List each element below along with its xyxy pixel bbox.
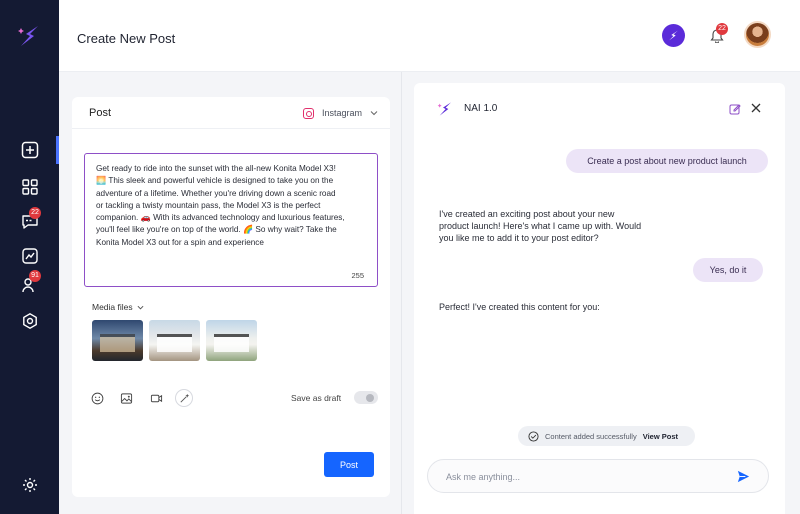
post-content-editor[interactable]: Get ready to ride into the sunset with t… [84, 153, 378, 287]
gear-icon [22, 478, 37, 492]
smile-icon [91, 392, 103, 404]
assistant-message: I've created an exciting post about your… [439, 209, 642, 243]
add-image-button[interactable] [117, 389, 135, 407]
notification-badge: 22 [716, 23, 728, 35]
panel-divider [401, 72, 402, 514]
messages-badge: 22 [29, 207, 41, 219]
post-button[interactable]: Post [324, 452, 374, 477]
grid-icon [21, 179, 38, 195]
assistant-panel: NAI 1.0 Create a post about new product … [414, 83, 785, 514]
assistant-message: Perfect! I've created this content for y… [439, 302, 600, 312]
house-image [214, 334, 249, 352]
app-logo-icon[interactable] [17, 24, 41, 48]
media-thumbnail[interactable] [149, 320, 200, 361]
house-image [157, 334, 192, 352]
post-panel-header: Post Instagram [72, 97, 390, 129]
add-video-button[interactable] [147, 389, 165, 407]
edit-icon[interactable] [729, 103, 741, 115]
ai-generate-button[interactable] [175, 389, 193, 407]
sidebar-item-create[interactable] [0, 136, 59, 164]
user-message: Create a post about new product launch [566, 149, 768, 173]
assistant-launch-button[interactable] [662, 24, 685, 47]
assistant-logo-icon [437, 102, 451, 116]
page-title: Create New Post [77, 31, 176, 46]
platform-name: Instagram [322, 108, 363, 118]
check-circle-icon [528, 430, 539, 442]
view-post-link[interactable]: View Post [643, 432, 678, 441]
save-draft-label: Save as draft [291, 393, 342, 403]
save-draft-toggle[interactable] [354, 391, 378, 404]
magic-wand-icon [179, 393, 189, 403]
chat-input-box [427, 459, 769, 493]
image-icon [120, 392, 132, 404]
media-thumbnail[interactable] [92, 320, 143, 361]
top-header: Create New Post 22 [59, 0, 800, 72]
character-count: 255 [351, 271, 364, 280]
success-toast: Content added successfully View Post [518, 426, 695, 446]
sidebar-item-messages[interactable]: 22 [0, 207, 59, 236]
sidebar-item-analytics[interactable] [0, 242, 59, 270]
media-files-toggle[interactable]: Media files [92, 302, 144, 312]
post-label: Post [89, 107, 112, 119]
hexagon-settings-icon [22, 312, 37, 330]
media-thumbnail[interactable] [206, 320, 257, 361]
chart-icon [21, 248, 38, 264]
users-badge: 91 [29, 270, 41, 282]
media-files-label: Media files [92, 302, 133, 312]
chat-input[interactable] [446, 469, 726, 485]
instagram-icon [303, 107, 314, 119]
sidebar: 22 91 [0, 0, 59, 514]
post-content-text: Get ready to ride into the sunset with t… [96, 164, 345, 247]
platform-select[interactable]: Instagram [303, 105, 378, 121]
assistant-title: NAI 1.0 [464, 103, 498, 114]
post-editor-panel: Post Instagram Get ready to ride into th… [72, 97, 390, 497]
video-icon [150, 394, 162, 402]
chevron-down-icon [370, 111, 378, 116]
plus-square-icon [21, 141, 38, 159]
emoji-button[interactable] [88, 389, 106, 407]
sidebar-item-integrations[interactable] [0, 307, 59, 335]
toast-message: Content added successfully [545, 431, 637, 441]
send-icon[interactable] [736, 469, 751, 484]
sidebar-item-dashboard[interactable] [0, 173, 59, 201]
chevron-down-icon [137, 305, 144, 309]
user-message: Yes, do it [693, 258, 763, 282]
sidebar-item-settings[interactable] [0, 471, 59, 499]
user-avatar[interactable] [744, 21, 771, 48]
bolt-icon [669, 30, 678, 41]
close-icon[interactable] [750, 102, 762, 114]
house-image [100, 334, 135, 352]
sidebar-item-users[interactable]: 91 [0, 270, 59, 299]
